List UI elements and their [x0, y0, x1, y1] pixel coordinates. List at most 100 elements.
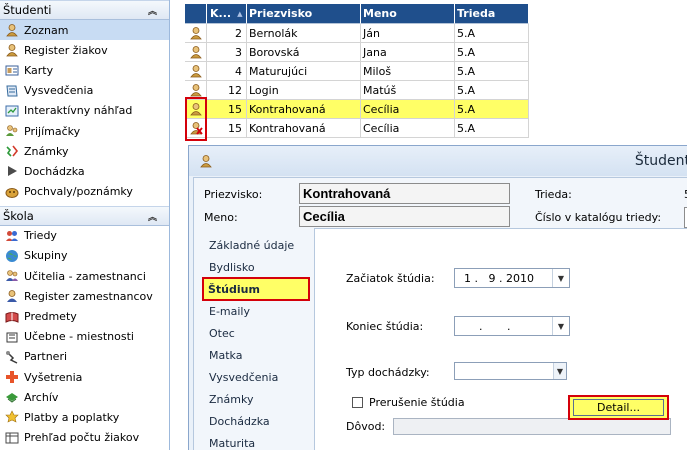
tab-4[interactable]: Otec	[204, 322, 314, 344]
nav-item-archive[interactable]: Archív	[0, 387, 169, 407]
nav-item-examinations[interactable]: Vyšetrenia	[0, 367, 169, 387]
groups-icon	[5, 249, 19, 263]
nav-item-praise[interactable]: Pochvaly/poznámky	[0, 182, 169, 202]
reason-label: Dôvod:	[346, 420, 386, 433]
surname-field[interactable]: Kontrahovaná	[299, 183, 510, 204]
nav-item-label: Pochvaly/poznámky	[24, 185, 133, 199]
cell-surname: Login	[247, 81, 361, 100]
nav-item-groups[interactable]: Skupiny	[0, 246, 169, 266]
reason-input[interactable]	[393, 418, 671, 435]
grades-icon	[5, 144, 19, 158]
nav-item-admission[interactable]: Prijímačky	[0, 121, 169, 141]
nav-item-classrooms[interactable]: Učebne - miestnosti	[0, 327, 169, 347]
tab-8[interactable]: Dochádzka	[204, 410, 314, 432]
nav-item-staff-register[interactable]: Register zamestnancov	[0, 286, 169, 306]
nav-item-overview[interactable]: Prehľad počtu žiakov	[0, 428, 169, 448]
tab-3[interactable]: E-maily	[204, 300, 314, 322]
nav-item-label: Triedy	[24, 229, 57, 243]
nav-item-label: Učitelia - zamestnanci	[24, 269, 146, 283]
tab-0[interactable]: Základné údaje	[204, 234, 314, 256]
table-row[interactable]: 3 Borovská Jana 5.A	[185, 43, 529, 62]
table-row[interactable]: 15 Kontrahovaná Cecília 5.A	[185, 119, 529, 138]
tab-9[interactable]: Maturita	[204, 432, 314, 450]
detail-button-frame[interactable]: Detail...	[568, 395, 669, 420]
cell-class: 5.A	[455, 119, 529, 138]
table-row[interactable]: 4 Maturujúci Miloš 5.A	[185, 62, 529, 81]
nav-item-payments[interactable]: Platby a poplatky	[0, 407, 169, 427]
tab-1[interactable]: Bydlisko	[204, 256, 314, 278]
nav-item-teachers[interactable]: Učitelia - zamestnanci	[0, 266, 169, 286]
nav-item-students-list[interactable]: Zoznam	[0, 20, 169, 41]
column-header-surname[interactable]: Priezvisko	[247, 4, 361, 24]
nav-item-label: Dochádzka	[24, 164, 85, 178]
study-end-date-picker[interactable]: . . ▼	[454, 316, 570, 336]
column-header-class[interactable]: Trieda	[455, 4, 529, 24]
chevron-down-icon[interactable]: ▼	[553, 363, 566, 379]
nav-item-label: Zoznam	[24, 23, 69, 37]
table-row[interactable]: 2 Bernolák Ján 5.A	[185, 24, 529, 43]
attendance-type-select[interactable]: ▼	[454, 362, 567, 380]
nav-item-certificate[interactable]: Vysvedčenia	[0, 81, 169, 101]
certificate-icon	[5, 84, 19, 98]
study-start-label: Začiatok štúdia:	[346, 272, 435, 285]
cell-surname: Bernolák	[247, 24, 361, 43]
tab-2[interactable]: Štúdium	[202, 277, 310, 301]
nav-item-cards[interactable]: Karty	[0, 60, 169, 80]
nav-item-grades[interactable]: Známky	[0, 141, 169, 161]
collapse-chevron-icon[interactable]: ︽	[148, 210, 157, 223]
sort-arrow-icon: ▲	[237, 9, 243, 18]
detail-button[interactable]: Detail...	[573, 399, 664, 416]
attendance-icon	[5, 164, 19, 178]
cell-class: 5.A	[455, 81, 529, 100]
nav-item-label: Register žiakov	[24, 43, 108, 57]
nav-item-register[interactable]: Register žiakov	[0, 40, 169, 60]
nav-item-label: Vysvedčenia	[24, 84, 94, 98]
overview-icon	[5, 431, 19, 445]
column-header-number[interactable]: K... ▲	[207, 4, 247, 24]
tab-6[interactable]: Vysvedčenia	[204, 366, 314, 388]
cell-number: 15	[207, 100, 247, 119]
school-section-header[interactable]: Škola ︽	[0, 205, 169, 226]
name-label: Meno:	[204, 211, 238, 224]
nav-item-classes[interactable]: Triedy	[0, 226, 169, 246]
cell-class: 5.A	[455, 24, 529, 43]
chevron-down-icon[interactable]: ▼	[552, 317, 569, 335]
nav-item-preview[interactable]: Interaktívny náhľad	[0, 101, 169, 121]
nav-item-label: Karty	[24, 63, 54, 77]
nav-item-attendance[interactable]: Dochádzka	[0, 161, 169, 181]
cell-name: Cecília	[361, 119, 455, 138]
students-section-title: Študenti	[3, 3, 52, 17]
table-row[interactable]: 15 Kontrahovaná Cecília 5.A	[185, 100, 529, 119]
cell-name: Ján	[361, 24, 455, 43]
admission-icon	[5, 124, 19, 138]
column-header-name[interactable]: Meno	[361, 4, 455, 24]
nav-item-label: Platby a poplatky	[24, 410, 120, 424]
nav-item-subjects[interactable]: Predmety	[0, 306, 169, 326]
cell-surname: Maturujúci	[247, 62, 361, 81]
chevron-down-icon[interactable]: ▼	[552, 269, 569, 287]
tab-7[interactable]: Známky	[204, 388, 314, 410]
collapse-chevron-icon[interactable]: ︽	[148, 4, 157, 17]
nav-item-label: Interaktívny náhľad	[24, 104, 133, 118]
students-section-header[interactable]: Študenti ︽	[0, 0, 169, 20]
study-start-date-picker[interactable]: 1 . 9 . 2010 ▼	[454, 268, 570, 288]
cell-name: Jana	[361, 43, 455, 62]
study-start-value: 1 . 9 . 2010	[464, 271, 534, 285]
students-list-icon	[5, 23, 19, 37]
name-field[interactable]: Cecília	[299, 206, 510, 227]
interruption-checkbox[interactable]	[352, 397, 363, 408]
nav-item-partners[interactable]: Partneri	[0, 347, 169, 367]
cell-surname: Kontrahovaná	[247, 119, 361, 138]
student-icon	[189, 45, 203, 59]
teachers-icon	[5, 269, 19, 283]
cell-name: Cecília	[361, 100, 455, 119]
tab-5[interactable]: Matka	[204, 344, 314, 366]
student-icon	[189, 83, 203, 97]
cell-number: 4	[207, 62, 247, 81]
student-icon	[189, 64, 203, 78]
staff-register-icon	[5, 289, 19, 303]
nav-item-label: Register zamestnancov	[24, 289, 153, 303]
table-row[interactable]: 12 Login Matúš 5.A	[185, 81, 529, 100]
interruption-label: Prerušenie štúdia	[369, 396, 465, 409]
nav-item-label: Predmety	[24, 310, 77, 324]
